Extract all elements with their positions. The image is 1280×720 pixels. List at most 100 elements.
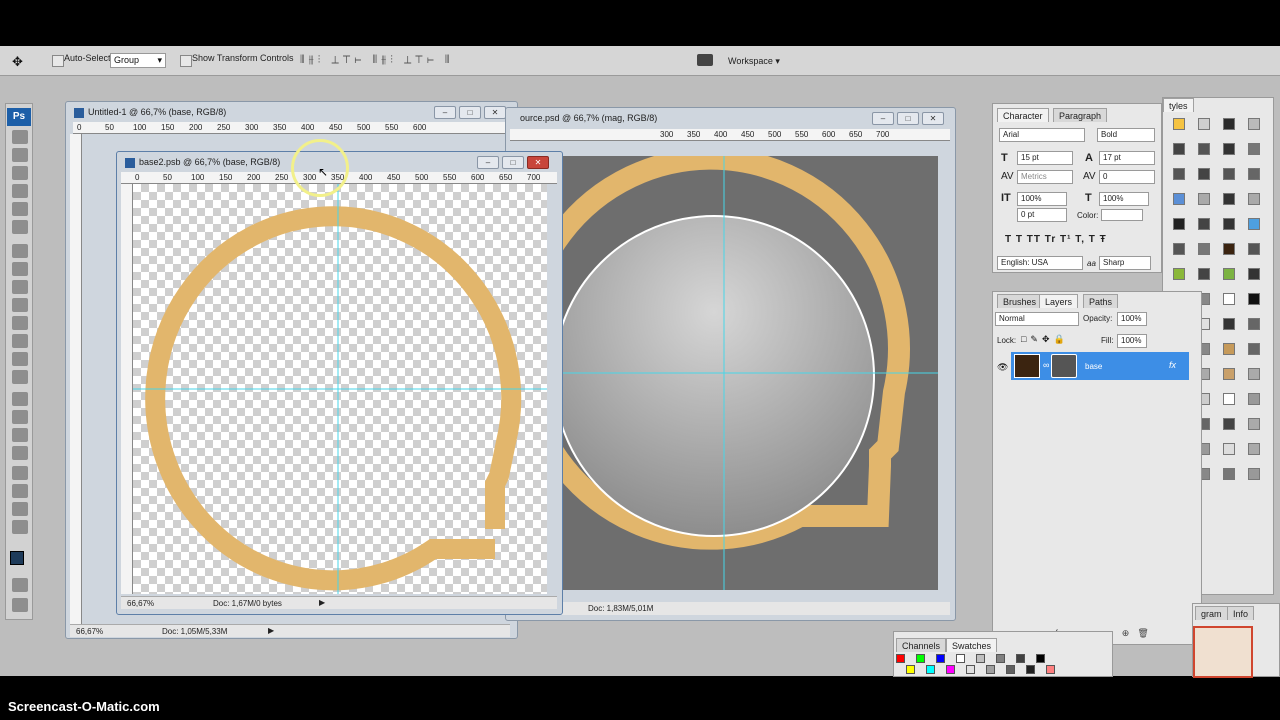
style-swatch[interactable] [1248, 118, 1260, 130]
style-swatch[interactable] [1223, 143, 1235, 155]
zoom-level[interactable]: 66,67% [76, 627, 103, 636]
style-swatch[interactable] [1248, 468, 1260, 480]
horizontal-scale-field[interactable]: 100% [1099, 192, 1149, 206]
style-swatch[interactable] [1248, 218, 1260, 230]
eyedropper-icon[interactable] [12, 220, 28, 234]
color-swatch[interactable] [1036, 654, 1045, 663]
dodge-tool-icon[interactable] [12, 370, 28, 384]
canvas-base2[interactable] [133, 184, 547, 594]
opacity-field[interactable]: 100% [1117, 312, 1147, 326]
style-swatch[interactable] [1198, 118, 1210, 130]
color-swatch[interactable] [916, 654, 925, 663]
path-select-icon[interactable] [12, 428, 28, 442]
style-swatch[interactable] [1248, 193, 1260, 205]
color-swatch[interactable] [1006, 665, 1015, 674]
style-swatch[interactable] [1223, 218, 1235, 230]
notes-tool-icon[interactable] [12, 466, 28, 480]
status-menu-arrow-icon[interactable]: ▶ [268, 626, 274, 635]
style-swatch[interactable] [1198, 218, 1210, 230]
crop-tool-icon[interactable] [12, 202, 28, 216]
baseline-field[interactable]: 0 pt [1017, 208, 1067, 222]
document-window-source[interactable]: ource.psd @ 66,7% (mag, RGB/8) – □ ✕ 300… [505, 107, 956, 621]
text-color-swatch[interactable] [1101, 209, 1143, 221]
visibility-eye-icon[interactable]: 👁 [997, 362, 1008, 373]
style-swatch[interactable] [1173, 118, 1185, 130]
text-style-buttons[interactable]: T T TT Tr T¹ T, T Ŧ [1005, 234, 1107, 245]
fx-icon[interactable]: fx [1169, 360, 1176, 370]
color-swatch[interactable] [946, 665, 955, 674]
minimize-button[interactable]: – [434, 106, 456, 119]
tab-character[interactable]: Character [997, 108, 1049, 122]
maximize-button[interactable]: □ [459, 106, 481, 119]
style-swatch[interactable] [1223, 243, 1235, 255]
leading-field[interactable]: 17 pt [1099, 151, 1155, 165]
marquee-tool-icon[interactable] [12, 148, 28, 162]
maximize-button[interactable]: □ [897, 112, 919, 125]
color-swatch[interactable] [1026, 665, 1035, 674]
tracking-field[interactable]: 0 [1099, 170, 1155, 184]
style-swatch[interactable] [1248, 143, 1260, 155]
style-swatch[interactable] [1223, 393, 1235, 405]
style-swatch[interactable] [1173, 268, 1185, 280]
eyedropper-2-icon[interactable] [12, 484, 28, 498]
tab-paragraph[interactable]: Paragraph [1053, 108, 1108, 122]
screen-mode-icon[interactable] [12, 598, 28, 612]
style-swatch[interactable] [1248, 343, 1260, 355]
color-swatch[interactable] [956, 654, 965, 663]
minimize-button[interactable]: – [477, 156, 499, 169]
font-family-select[interactable]: Arial [999, 128, 1085, 142]
style-swatch[interactable] [1223, 418, 1235, 430]
tab-layers[interactable]: Layers [1039, 294, 1079, 308]
style-swatch[interactable] [1248, 418, 1260, 430]
color-swatch[interactable] [986, 665, 995, 674]
style-swatch[interactable] [1198, 143, 1210, 155]
font-style-select[interactable]: Bold [1097, 128, 1155, 142]
style-swatch[interactable] [1173, 168, 1185, 180]
style-swatch[interactable] [1248, 318, 1260, 330]
canvas-source[interactable] [510, 147, 938, 590]
style-swatch[interactable] [1198, 243, 1210, 255]
workspace-icon[interactable] [697, 54, 713, 66]
style-swatch[interactable] [1248, 443, 1260, 455]
lasso-tool-icon[interactable] [12, 166, 28, 180]
color-swatch[interactable] [926, 665, 935, 674]
vertical-scale-field[interactable]: 100% [1017, 192, 1067, 206]
style-swatch[interactable] [1223, 343, 1235, 355]
style-swatch[interactable] [1173, 218, 1185, 230]
style-swatch[interactable] [1248, 268, 1260, 280]
font-size-field[interactable]: 15 pt [1017, 151, 1073, 165]
close-button[interactable]: ✕ [484, 106, 506, 119]
close-button[interactable]: ✕ [922, 112, 944, 125]
color-swatch[interactable] [1046, 665, 1055, 674]
blur-tool-icon[interactable] [12, 352, 28, 366]
fill-field[interactable]: 100% [1117, 334, 1147, 348]
zoom-level[interactable]: 66,67% [127, 599, 154, 608]
style-swatch[interactable] [1223, 118, 1235, 130]
layer-name[interactable]: base [1085, 362, 1102, 371]
blend-mode-select[interactable]: Normal [995, 312, 1079, 326]
style-swatch[interactable] [1223, 193, 1235, 205]
maximize-button[interactable]: □ [502, 156, 524, 169]
shape-tool-icon[interactable] [12, 446, 28, 460]
style-swatch[interactable] [1223, 268, 1235, 280]
layer-row-base[interactable]: ∞ base fx [1011, 352, 1189, 380]
auto-select-dropdown[interactable]: Group ▾ [110, 53, 166, 68]
align-icons[interactable]: ⫴⫵⫶ ⊥⊤⊢ ⫴⫵⫶ ⊥⊤⊢ ⫴ [300, 54, 454, 67]
style-swatch[interactable] [1248, 168, 1260, 180]
clone-stamp-icon[interactable] [12, 280, 28, 294]
antialias-select[interactable]: Sharp [1099, 256, 1151, 270]
hand-tool-icon[interactable] [12, 502, 28, 516]
color-swatch[interactable] [996, 654, 1005, 663]
tab-paths[interactable]: Paths [1083, 294, 1119, 308]
style-swatch[interactable] [1173, 143, 1185, 155]
style-swatch[interactable] [1223, 293, 1235, 305]
color-swatch[interactable] [896, 654, 905, 663]
show-transform-checkbox[interactable] [180, 55, 192, 67]
style-swatch[interactable] [1223, 368, 1235, 380]
type-tool-icon[interactable] [12, 410, 28, 424]
move-tool-icon[interactable] [12, 130, 28, 144]
minimize-button[interactable]: – [872, 112, 894, 125]
tab-styles[interactable]: tyles [1163, 98, 1194, 112]
move-tool-icon[interactable]: ✥ [12, 54, 23, 70]
close-button[interactable]: ✕ [527, 156, 549, 169]
